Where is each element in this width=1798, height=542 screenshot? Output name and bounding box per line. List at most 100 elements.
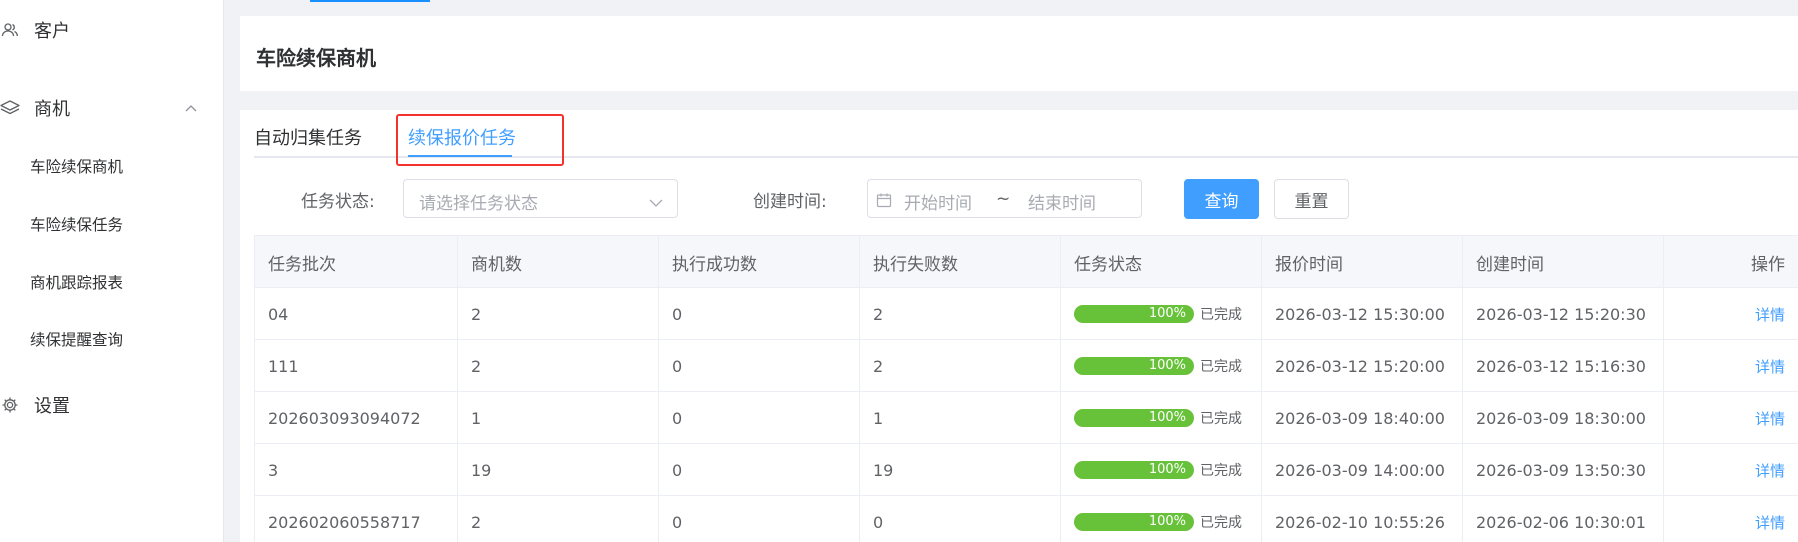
status-text: 已完成 (1200, 515, 1242, 531)
action-cell: 详情 (1664, 340, 1798, 392)
top-nav-active-indicator (310, 0, 430, 2)
success-cell: 0 (659, 288, 860, 340)
batch-cell: 202603093094072 (255, 392, 458, 444)
layers-icon (0, 98, 20, 118)
action-cell: 详情 (1664, 288, 1798, 340)
status-select[interactable]: 请选择任务状态 (403, 179, 678, 218)
detail-link[interactable]: 详情 (1755, 304, 1785, 325)
sidebar: 客户 商机 车险续保商机 车险续保任务 商机跟踪报表 续保提醒查询 设置 (0, 0, 224, 542)
column-header: 执行失败数 (860, 236, 1061, 288)
column-header: 任务状态 (1061, 236, 1262, 288)
quote-time-cell: 2026-03-12 15:30:00 (1262, 288, 1463, 340)
sidebar-item-settings[interactable]: 设置 (0, 385, 224, 425)
table-row: 111 2 0 2 100% 已完成 2026-03-12 15:20:00 2… (255, 340, 1798, 392)
sidebar-item-customers[interactable]: 客户 (0, 10, 224, 50)
success-cell: 0 (659, 340, 860, 392)
batch-cell: 111 (255, 340, 458, 392)
created-time-cell: 2026-02-06 10:30:01 (1463, 496, 1664, 542)
users-icon (0, 20, 20, 40)
table-row: 202602060558717 2 0 0 100% 已完成 2026-02-1… (255, 496, 1798, 542)
status-cell: 100% 已完成 (1061, 288, 1262, 340)
start-date-input[interactable]: 开始时间 (904, 189, 972, 214)
success-cell: 0 (659, 392, 860, 444)
status-text: 已完成 (1200, 463, 1242, 479)
detail-link[interactable]: 详情 (1755, 512, 1785, 533)
chevron-down-icon (649, 193, 663, 212)
task-table: 任务批次 商机数 执行成功数 执行失败数 任务状态 报价时间 创建时间 操作 0… (254, 235, 1798, 542)
sidebar-subitem-tracking-report[interactable]: 商机跟踪报表 (30, 270, 123, 296)
status-filter-label: 任务状态: (301, 192, 375, 212)
batch-cell: 202602060558717 (255, 496, 458, 542)
detail-link[interactable]: 详情 (1755, 460, 1785, 481)
status-cell: 100% 已完成 (1061, 340, 1262, 392)
tab-auto-collect[interactable]: 自动归集任务 (254, 124, 362, 150)
chevron-up-icon[interactable] (184, 101, 198, 115)
table-header-row: 任务批次 商机数 执行成功数 执行失败数 任务状态 报价时间 创建时间 操作 (255, 236, 1798, 288)
column-header: 创建时间 (1463, 236, 1664, 288)
column-header: 任务批次 (255, 236, 458, 288)
progress-percent: 100% (1148, 358, 1186, 373)
status-cell: 100% 已完成 (1061, 392, 1262, 444)
status-select-placeholder: 请选择任务状态 (419, 194, 538, 214)
action-cell: 详情 (1664, 392, 1798, 444)
reset-button[interactable]: 重置 (1274, 179, 1349, 219)
action-cell: 详情 (1664, 496, 1798, 542)
count-cell: 2 (458, 288, 659, 340)
sidebar-subitem-renewal-opportunities[interactable]: 车险续保商机 (30, 154, 123, 180)
quote-time-cell: 2026-03-09 18:40:00 (1262, 392, 1463, 444)
created-time-label: 创建时间: (753, 192, 827, 212)
success-cell: 0 (659, 496, 860, 542)
gear-icon (0, 395, 20, 415)
query-button[interactable]: 查询 (1184, 179, 1259, 219)
end-date-input[interactable]: 结束时间 (1028, 189, 1096, 214)
count-cell: 2 (458, 340, 659, 392)
table-row: 04 2 0 2 100% 已完成 2026-03-12 15:30:00 20… (255, 288, 1798, 340)
column-header: 报价时间 (1262, 236, 1463, 288)
column-header: 商机数 (458, 236, 659, 288)
sidebar-item-opportunities[interactable]: 商机 (0, 88, 224, 128)
created-date-range[interactable]: 开始时间 ~ 结束时间 (867, 179, 1142, 218)
status-cell: 100% 已完成 (1061, 496, 1262, 542)
tab-highlight-box (396, 114, 564, 166)
progress-percent: 100% (1148, 306, 1186, 321)
detail-link[interactable]: 详情 (1755, 408, 1785, 429)
created-time-cell: 2026-03-12 15:20:30 (1463, 288, 1664, 340)
action-cell: 详情 (1664, 444, 1798, 496)
progress-bar: 100% (1074, 461, 1194, 479)
batch-cell: 04 (255, 288, 458, 340)
range-separator: ~ (996, 189, 1011, 209)
table-row: 3 19 0 19 100% 已完成 2026-03-09 14:00:00 2… (255, 444, 1798, 496)
progress-bar: 100% (1074, 357, 1194, 375)
fail-cell: 2 (860, 288, 1061, 340)
calendar-icon (876, 192, 892, 212)
count-cell: 2 (458, 496, 659, 542)
batch-cell: 3 (255, 444, 458, 496)
status-text: 已完成 (1200, 359, 1242, 375)
sidebar-subitem-renewal-reminder[interactable]: 续保提醒查询 (30, 327, 123, 353)
page-header: 车险续保商机 (240, 16, 1798, 91)
status-text: 已完成 (1200, 307, 1242, 323)
quote-time-cell: 2026-03-09 14:00:00 (1262, 444, 1463, 496)
fail-cell: 1 (860, 392, 1061, 444)
content-panel: 自动归集任务 续保报价任务 任务状态: 请选择任务状态 创建时间: 开始时间 ~… (240, 110, 1798, 542)
quote-time-cell: 2026-03-12 15:20:00 (1262, 340, 1463, 392)
status-cell: 100% 已完成 (1061, 444, 1262, 496)
progress-bar: 100% (1074, 513, 1194, 531)
tab-bar: 自动归集任务 续保报价任务 (254, 110, 1798, 166)
status-text: 已完成 (1200, 411, 1242, 427)
progress-percent: 100% (1148, 514, 1186, 529)
count-cell: 19 (458, 444, 659, 496)
column-header: 执行成功数 (659, 236, 860, 288)
progress-percent: 100% (1148, 410, 1186, 425)
count-cell: 1 (458, 392, 659, 444)
sidebar-item-label: 设置 (34, 396, 70, 417)
progress-percent: 100% (1148, 462, 1186, 477)
fail-cell: 19 (860, 444, 1061, 496)
table-row: 202603093094072 1 0 1 100% 已完成 2026-03-0… (255, 392, 1798, 444)
detail-link[interactable]: 详情 (1755, 356, 1785, 377)
sidebar-item-label: 客户 (34, 21, 70, 42)
sidebar-subitem-renewal-tasks[interactable]: 车险续保任务 (30, 212, 123, 238)
created-time-cell: 2026-03-09 13:50:30 (1463, 444, 1664, 496)
progress-bar: 100% (1074, 409, 1194, 427)
fail-cell: 0 (860, 496, 1061, 542)
